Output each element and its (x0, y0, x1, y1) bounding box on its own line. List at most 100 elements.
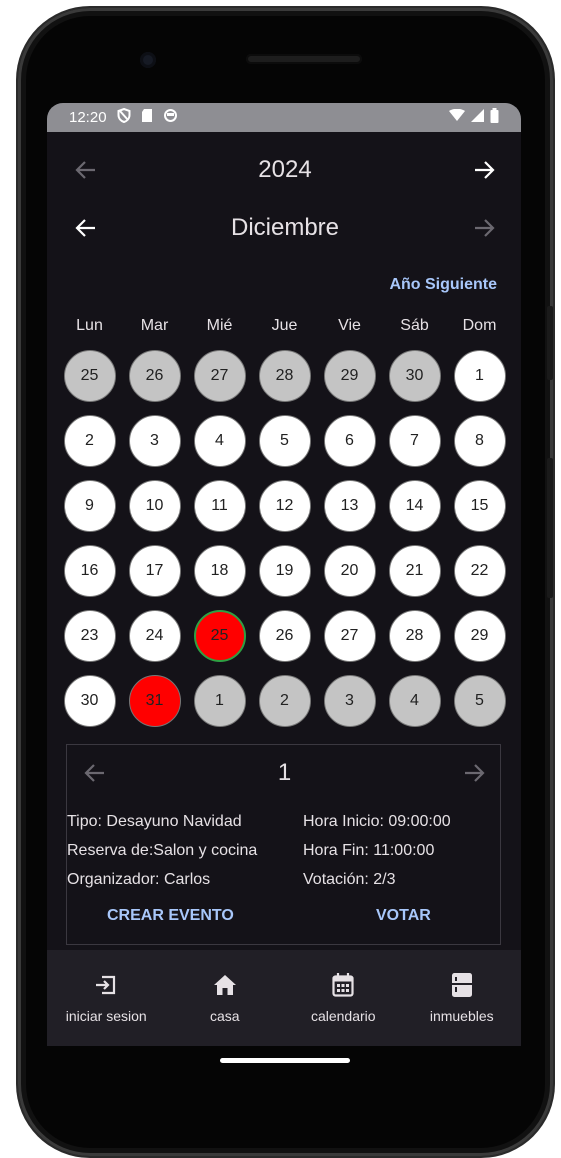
day-cell[interactable]: 19 (258, 544, 311, 597)
event-end-time: Hora Fin: 11:00:00 (303, 842, 435, 859)
front-camera (140, 52, 156, 68)
next-month-button[interactable] (464, 208, 504, 248)
event-details-left: Tipo: Desayuno Navidad Reserva de:Salon … (67, 807, 257, 894)
day-cell-other-month[interactable]: 29 (323, 349, 376, 402)
cabinet-icon (451, 972, 472, 998)
arrow-right-icon (464, 764, 485, 782)
day-cell-other-month[interactable]: 1 (193, 674, 246, 727)
day-cell[interactable]: 27 (323, 609, 376, 662)
login-icon (94, 972, 118, 998)
day-cell[interactable]: 8 (453, 414, 506, 467)
calendar-icon (332, 972, 354, 998)
vote-button[interactable]: VOTAR (376, 907, 431, 925)
arrow-right-icon (475, 219, 495, 237)
weekday-header: Lun Mar Mié Jue Vie Sáb Dom (57, 317, 517, 335)
day-cell-other-month[interactable]: 3 (323, 674, 376, 727)
volume-button (547, 458, 553, 598)
day-cell-other-month[interactable]: 30 (388, 349, 441, 402)
calendar-grid: 25 26 27 28 29 30 1 2 3 4 5 6 7 8 9 10 11 12 13 14 15 16 17 18 1… (57, 343, 517, 733)
nav-item-properties[interactable]: inmuebles (403, 950, 522, 1046)
day-cell[interactable]: 7 (388, 414, 441, 467)
day-cell[interactable]: 26 (258, 609, 311, 662)
day-cell[interactable]: 29 (453, 609, 506, 662)
day-cell[interactable]: 24 (128, 609, 181, 662)
event-votes: Votación: 2/3 (303, 871, 396, 888)
day-cell[interactable]: 15 (453, 479, 506, 532)
day-cell[interactable]: 28 (388, 609, 441, 662)
day-cell[interactable]: 12 (258, 479, 311, 532)
weekday-label: Mié (206, 317, 233, 334)
status-bar: 12:20 (47, 103, 521, 132)
day-cell[interactable]: 13 (323, 479, 376, 532)
day-cell-other-month[interactable]: 25 (63, 349, 116, 402)
day-cell[interactable]: 18 (193, 544, 246, 597)
day-cell[interactable]: 5 (258, 414, 311, 467)
day-cell-other-month[interactable]: 27 (193, 349, 246, 402)
day-cell-other-month[interactable]: 26 (128, 349, 181, 402)
month-title: Diciembre (230, 214, 340, 241)
event-organizer: Organizador: Carlos (67, 871, 211, 888)
day-cell-other-month[interactable]: 5 (453, 674, 506, 727)
day-cell[interactable]: 1 (453, 349, 506, 402)
day-cell-event[interactable]: 25 (193, 609, 246, 662)
signal-icon (471, 109, 484, 126)
day-cell[interactable]: 10 (128, 479, 181, 532)
next-event-button[interactable] (454, 753, 494, 793)
arrow-left-icon (75, 161, 95, 179)
next-year-button[interactable] (464, 150, 504, 190)
bottom-navigation: iniciar sesion casa calendario inmuebles (47, 950, 521, 1046)
home-icon (213, 972, 237, 998)
day-cell[interactable]: 3 (128, 414, 181, 467)
arrow-left-icon (84, 764, 104, 782)
battery-icon (490, 108, 499, 127)
nav-label: casa (209, 1008, 240, 1024)
event-type: Tipo: Desayuno Navidad (67, 813, 242, 830)
month-navigator: Diciembre (47, 208, 521, 248)
day-cell[interactable]: 20 (323, 544, 376, 597)
day-cell-event[interactable]: 31 (128, 674, 181, 727)
shield-icon (117, 107, 131, 127)
nav-label: inmuebles (429, 1008, 494, 1024)
day-cell[interactable]: 6 (323, 414, 376, 467)
year-navigator: 2024 (47, 150, 521, 190)
power-button (547, 306, 553, 380)
earpiece-speaker (246, 54, 362, 64)
gesture-home-bar[interactable] (220, 1058, 350, 1063)
prev-month-button[interactable] (66, 208, 106, 248)
sync-icon (163, 108, 178, 127)
prev-event-button[interactable] (75, 753, 115, 793)
day-cell[interactable]: 9 (63, 479, 116, 532)
year-title: 2024 (258, 156, 312, 183)
wifi-icon (449, 108, 465, 126)
day-cell[interactable]: 17 (128, 544, 181, 597)
day-cell[interactable]: 2 (63, 414, 116, 467)
event-start-time: Hora Inicio: 09:00:00 (303, 813, 451, 830)
create-event-button[interactable]: CREAR EVENTO (107, 907, 234, 925)
day-cell-other-month[interactable]: 4 (388, 674, 441, 727)
day-cell[interactable]: 11 (193, 479, 246, 532)
next-year-link[interactable]: Año Siguiente (389, 276, 497, 294)
nav-label: calendario (310, 1008, 376, 1024)
day-cell[interactable]: 21 (388, 544, 441, 597)
day-cell[interactable]: 14 (388, 479, 441, 532)
day-cell[interactable]: 22 (453, 544, 506, 597)
nav-item-home[interactable]: casa (166, 950, 285, 1046)
event-card: 1 Tipo: Desayuno Navidad Reserva de:Salo… (66, 744, 501, 945)
day-cell-other-month[interactable]: 28 (258, 349, 311, 402)
arrow-left-icon (75, 219, 95, 237)
status-time: 12:20 (69, 109, 107, 126)
nav-item-calendar[interactable]: calendario (284, 950, 403, 1046)
day-cell-other-month[interactable]: 2 (258, 674, 311, 727)
nav-item-login[interactable]: iniciar sesion (47, 950, 166, 1046)
day-cell[interactable]: 30 (63, 674, 116, 727)
event-navigator: 1 (67, 753, 502, 793)
weekday-label: Dom (462, 317, 497, 334)
event-details-right: Hora Inicio: 09:00:00 Hora Fin: 11:00:00… (303, 807, 451, 894)
prev-year-button[interactable] (66, 150, 106, 190)
day-cell[interactable]: 4 (193, 414, 246, 467)
nav-label: iniciar sesion (65, 1008, 147, 1024)
weekday-label: Lun (76, 317, 103, 334)
day-cell[interactable]: 23 (63, 609, 116, 662)
day-cell[interactable]: 16 (63, 544, 116, 597)
arrow-right-icon (474, 161, 495, 179)
